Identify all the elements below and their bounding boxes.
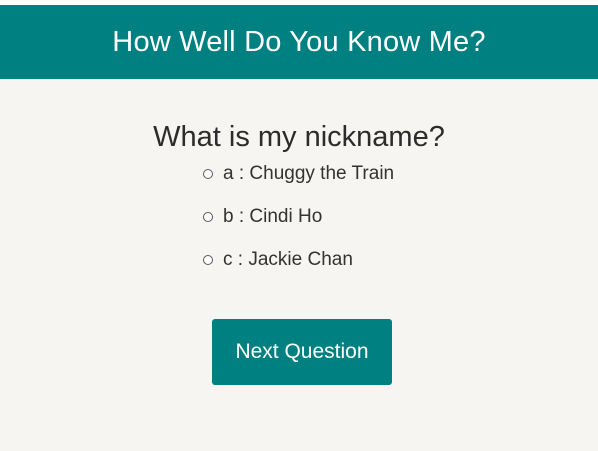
radio-button-b[interactable] [203,212,213,222]
answer-option-c[interactable]: c : Jackie Chan [203,245,394,275]
answer-option-b[interactable]: b : Cindi Ho [203,202,394,232]
page-title: How Well Do You Know Me? [112,25,486,58]
answer-label-c: c : Jackie Chan [223,249,353,270]
answer-label-a: a : Chuggy the Train [223,163,395,184]
radio-button-c[interactable] [203,255,213,265]
answer-label-b: b : Cindi Ho [223,206,323,227]
radio-button-a[interactable] [203,169,213,179]
quiz-container: What is my nickname? a : Chuggy the Trai… [0,79,598,451]
page-header: How Well Do You Know Me? [0,5,598,79]
answer-option-a[interactable]: a : Chuggy the Train [203,159,394,189]
answer-list: a : Chuggy the Train b : Cindi Ho c : Ja… [203,159,394,288]
next-question-button[interactable]: Next Question [212,319,392,385]
question-text: What is my nickname? [153,121,445,153]
